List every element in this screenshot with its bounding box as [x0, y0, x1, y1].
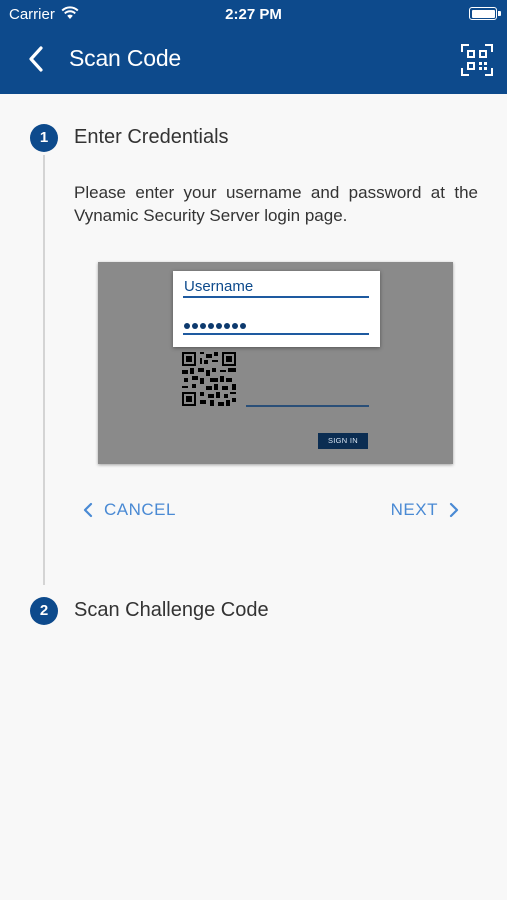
illustration-username-label: Username	[184, 278, 254, 295]
cancel-button-label: CANCEL	[104, 500, 176, 519]
battery-icon	[469, 7, 497, 20]
qr-code-icon	[182, 352, 236, 406]
chevron-left-icon	[83, 502, 93, 518]
step-2-number-badge: 2	[30, 597, 58, 625]
back-button[interactable]	[22, 44, 52, 74]
step-1-number-badge: 1	[30, 124, 58, 152]
illustration-password-underline	[183, 333, 369, 335]
login-page-illustration: Username SIGN IN	[98, 262, 453, 464]
battery-tip	[498, 11, 501, 16]
next-button[interactable]: NEXT	[391, 497, 460, 523]
illustration-sign-in-button: SIGN IN	[318, 433, 368, 449]
step-1-title[interactable]: Enter Credentials	[74, 126, 229, 149]
chevron-left-icon	[29, 46, 43, 72]
cancel-button[interactable]: CANCEL	[82, 497, 176, 523]
illustration-password-dots	[184, 316, 248, 329]
illustration-code-input-underline	[246, 405, 369, 407]
stepper-connector-line	[43, 155, 45, 585]
status-time: 2:27 PM	[225, 6, 282, 23]
illustration-login-card: Username	[173, 271, 380, 347]
step-1-instruction: Please enter your username and password …	[74, 183, 478, 225]
app-header: Carrier 2:27 PM Scan Code	[0, 0, 507, 94]
next-button-label: NEXT	[390, 500, 438, 519]
qr-code-scan-icon	[461, 44, 493, 76]
status-bar: Carrier 2:27 PM	[0, 0, 507, 28]
illustration-username-underline	[183, 296, 369, 298]
qr-scan-button[interactable]	[461, 44, 493, 76]
chevron-right-icon	[449, 502, 459, 518]
step-2-title[interactable]: Scan Challenge Code	[74, 599, 269, 622]
page-title: Scan Code	[69, 45, 181, 71]
